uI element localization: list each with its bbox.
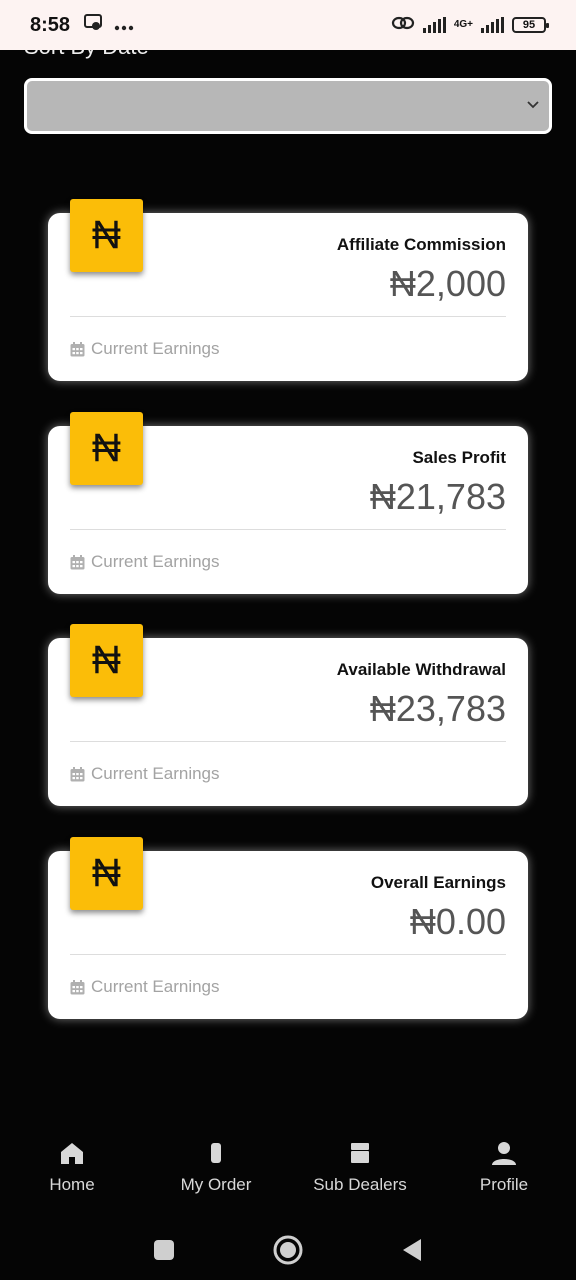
card-divider [70, 316, 506, 317]
nav-label: Profile [479, 1175, 529, 1194]
card-divider [70, 529, 506, 530]
naira-icon: ₦ [70, 199, 143, 272]
back-icon[interactable] [400, 1237, 424, 1263]
recents-icon[interactable] [152, 1238, 176, 1262]
nav-item-sub-dealers[interactable]: Sub Dealers [288, 1125, 432, 1220]
card-value: ₦2,000 [389, 263, 506, 304]
card-title: Sales Profit [412, 448, 506, 467]
card-divider [70, 741, 506, 742]
status-right: 4G+ 95 [391, 15, 549, 36]
card-footer: Current Earnings [70, 552, 220, 572]
earnings-card-sales-profit: ₦ Sales Profit ₦21,783 Current Earnings [48, 412, 528, 594]
nav-item-profile[interactable]: Profile [432, 1125, 576, 1220]
card-title: Available Withdrawal [336, 660, 506, 679]
calendar-icon [70, 554, 85, 569]
bottom-nav: Home My Order Sub Dealers Profile [0, 1125, 576, 1220]
sort-dropdown[interactable] [24, 78, 552, 134]
calendar-icon [70, 766, 85, 781]
system-nav-bar [0, 1220, 576, 1280]
earnings-card-available-withdrawal: ₦ Available Withdrawal ₦23,783 Current E… [48, 624, 528, 806]
card-title: Overall Earnings [370, 873, 506, 892]
card-footer: Current Earnings [70, 339, 220, 359]
nav-label: Home [49, 1175, 95, 1194]
home-button-icon[interactable] [272, 1234, 304, 1266]
chat-icon [84, 13, 104, 37]
battery-icon: 95 [512, 17, 549, 33]
person-icon [492, 1142, 516, 1165]
card-divider [70, 954, 506, 955]
calendar-icon [70, 979, 85, 994]
nav-label: My Order [180, 1175, 252, 1194]
status-notifications [84, 13, 134, 37]
store-icon [351, 1143, 369, 1163]
network-label: 4G+ [453, 19, 473, 30]
card-value: ₦0.00 [409, 901, 506, 942]
earnings-card-overall-earnings: ₦ Overall Earnings ₦0.00 Current Earning… [48, 837, 528, 1019]
nav-item-home[interactable]: Home [0, 1125, 144, 1220]
home-icon [61, 1143, 83, 1164]
naira-icon: ₦ [70, 412, 143, 485]
phone-icon [211, 1143, 221, 1163]
card-footer-label: Current Earnings [91, 764, 220, 783]
status-bar: 8:58 4G+ 95 [0, 0, 576, 50]
card-value: ₦21,783 [369, 476, 506, 517]
signal-icon [422, 17, 446, 33]
card-footer-label: Current Earnings [91, 339, 220, 358]
sort-label-container: Sort By Date [0, 50, 576, 70]
naira-icon: ₦ [70, 837, 143, 910]
card-title: Affiliate Commission [336, 235, 506, 254]
nav-label: Sub Dealers [313, 1175, 407, 1194]
battery-level: 95 [522, 19, 536, 31]
status-time: 8:58 [30, 13, 71, 36]
nav-item-my-order[interactable]: My Order [144, 1125, 288, 1220]
signal-icon-2 [481, 17, 504, 33]
card-footer: Current Earnings [70, 977, 220, 997]
card-footer-label: Current Earnings [91, 552, 220, 571]
earnings-card-affiliate-commission: ₦ Affiliate Commission ₦2,000 Current Ea… [48, 199, 528, 381]
naira-icon: ₦ [70, 624, 143, 697]
card-value: ₦23,783 [369, 688, 506, 729]
link-icon [391, 15, 415, 36]
more-icon [114, 15, 134, 36]
card-footer-label: Current Earnings [91, 977, 220, 996]
card-footer: Current Earnings [70, 764, 220, 784]
sort-label: Sort By Date [24, 50, 149, 60]
calendar-icon [70, 341, 85, 356]
chevron-down-icon [527, 101, 539, 109]
